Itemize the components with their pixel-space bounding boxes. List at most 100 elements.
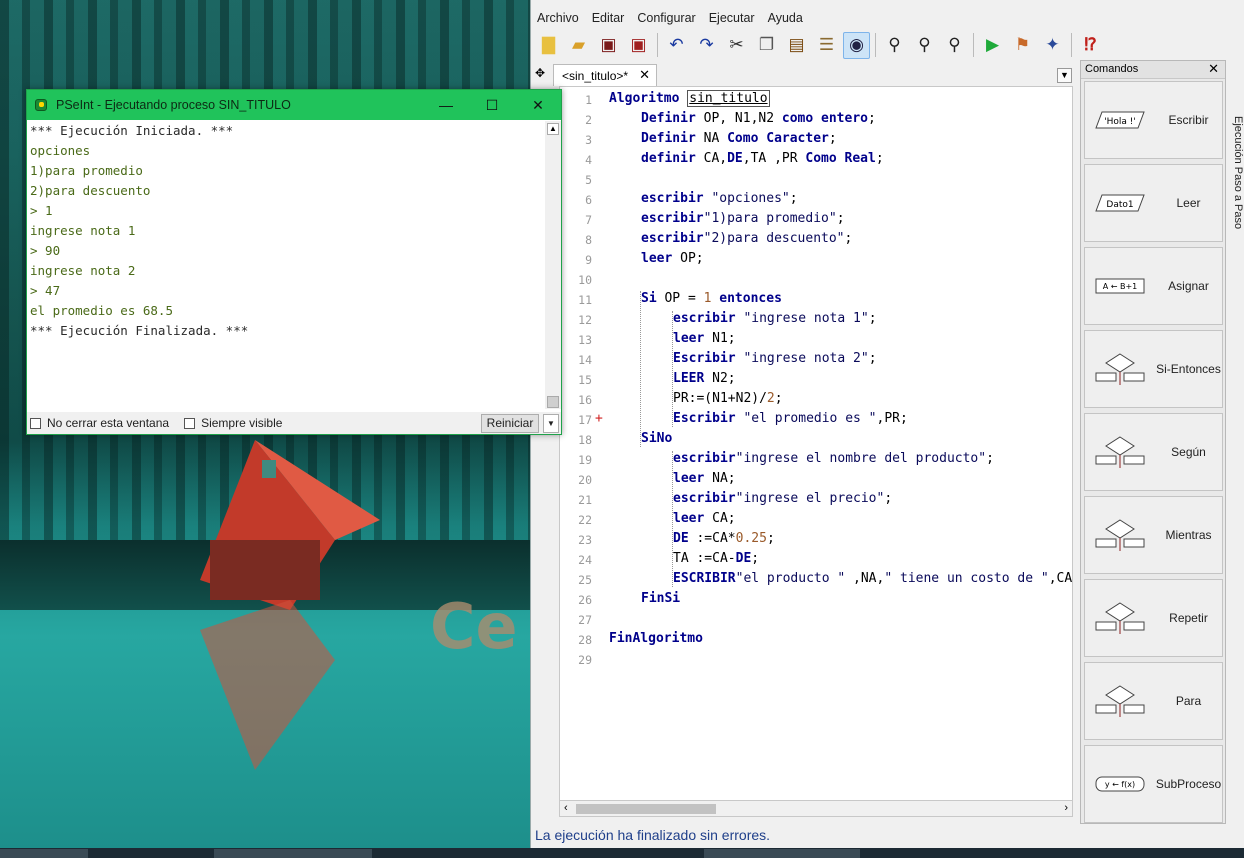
command-mientras[interactable]: Mientras	[1084, 496, 1223, 574]
menu-ejecutar[interactable]: Ejecutar	[703, 8, 762, 30]
scrollbar-thumb[interactable]	[576, 804, 716, 814]
console-line: > 90	[30, 243, 61, 258]
taskbar-item[interactable]	[214, 849, 372, 858]
comandos-close-icon[interactable]: ✕	[1208, 61, 1219, 77]
desktop-watermark-text: Ce	[430, 590, 518, 663]
code-editor[interactable]: 1 Algoritmo sin_titulo 2 Definir OP, N1,N2 …	[559, 86, 1073, 801]
tab-sin-titulo[interactable]: <sin_titulo>* ✕	[553, 64, 657, 86]
leer-icon: Dato1	[1085, 183, 1155, 223]
repetir-icon	[1085, 598, 1155, 638]
line-number: 9	[585, 253, 592, 267]
tab-list-dropdown-icon[interactable]: ▼	[1057, 68, 1072, 83]
line-number: 7	[585, 213, 592, 227]
breakpoint-marker[interactable]: +	[595, 411, 603, 426]
scrollbar-thumb[interactable]	[547, 396, 559, 408]
copy-icon[interactable]: ❐	[753, 32, 780, 59]
replace-icon[interactable]: ⚲	[941, 32, 968, 59]
taskbar-item[interactable]	[0, 849, 88, 858]
line-number: 1	[585, 93, 592, 107]
view-icon[interactable]: ◉	[843, 31, 870, 59]
tab-nav-icon[interactable]: ✥	[535, 66, 545, 80]
command-label: Para	[1175, 694, 1202, 708]
minimize-icon[interactable]: —	[423, 90, 469, 120]
paso-a-paso-side-tab[interactable]: Ejecución Paso a Paso	[1228, 116, 1244, 246]
command-asignar[interactable]: A ← B+1 Asignar	[1084, 247, 1223, 325]
line-number: 12	[578, 313, 592, 327]
taskbar-item[interactable]	[704, 849, 860, 858]
tab-bar: ✥ <sin_titulo>* ✕ ▼	[531, 62, 1076, 86]
find-icon[interactable]: ⚲	[881, 32, 908, 59]
line-number: 23	[578, 533, 592, 547]
paste-icon[interactable]: ▤	[783, 32, 810, 59]
command-repetir[interactable]: Repetir	[1084, 579, 1223, 657]
new-file-icon[interactable]: ▇	[535, 32, 562, 59]
command-subproceso[interactable]: y ← f(x) SubProceso	[1084, 745, 1223, 823]
code-line: Algoritmo sin_titulo	[609, 90, 770, 107]
redo-icon[interactable]: ↷	[693, 32, 720, 59]
save-icon[interactable]: ▣	[595, 32, 622, 59]
console-line: 1)para promedio	[30, 163, 143, 178]
open-folder-icon[interactable]: ▰	[565, 32, 592, 59]
siempre-visible-label: Siempre visible	[201, 416, 283, 430]
command-leer[interactable]: Dato1 Leer	[1084, 164, 1223, 242]
code-line: leer N1;	[673, 331, 736, 346]
run-icon[interactable]: ▶	[979, 32, 1006, 59]
siempre-visible-checkbox[interactable]	[184, 417, 196, 429]
menu-archivo[interactable]: Archivo	[531, 8, 586, 30]
code-line: Definir OP, N1,N2 como entero;	[641, 111, 876, 126]
edit-list-icon[interactable]: ☰	[813, 32, 840, 59]
save-as-icon[interactable]: ▣	[625, 32, 652, 59]
find-next-icon[interactable]: ⚲	[911, 32, 938, 59]
scroll-right-icon[interactable]: ›	[1064, 802, 1068, 814]
close-icon[interactable]: ✕	[515, 90, 561, 120]
code-line: leer CA;	[673, 511, 736, 526]
code-line: DE :=CA*0.25;	[673, 531, 775, 546]
svg-text:'Hola !': 'Hola !'	[1104, 117, 1136, 127]
comandos-header: Comandos ✕	[1081, 61, 1225, 79]
line-number: 6	[585, 193, 592, 207]
scroll-left-icon[interactable]: ‹	[564, 802, 568, 814]
reiniciar-button[interactable]: Reiniciar	[481, 414, 539, 433]
red-house-image	[200, 440, 380, 770]
command-para[interactable]: Para	[1084, 662, 1223, 740]
reiniciar-dropdown-icon[interactable]: ▼	[543, 414, 559, 433]
line-number: 14	[578, 353, 592, 367]
code-line: FinAlgoritmo	[609, 631, 703, 646]
console-line: el promedio es 68.5	[30, 303, 173, 318]
console-titlebar[interactable]: PSeInt - Ejecutando proceso SIN_TITULO —…	[27, 90, 561, 120]
svg-text:y ← f(x): y ← f(x)	[1105, 780, 1135, 789]
menu-configurar[interactable]: Configurar	[631, 8, 702, 30]
cut-icon[interactable]: ✂	[723, 32, 750, 59]
editor-horizontal-scrollbar[interactable]: ‹ ›	[559, 800, 1073, 817]
toolbar: ▇ ▰ ▣ ▣ ↶ ↷ ✂ ❐ ▤ ☰ ◉ ⚲ ⚲ ⚲ ▶ ⚑ ✦ ⁉	[535, 30, 1107, 60]
console-output: *** Ejecución Iniciada. *** opciones 1)par…	[27, 120, 545, 400]
command-label: SubProceso	[1155, 777, 1222, 791]
scroll-up-icon[interactable]: ▲	[547, 123, 559, 135]
console-line: opciones	[30, 143, 91, 158]
command-escribir[interactable]: 'Hola !' Escribir	[1084, 81, 1223, 159]
line-number: 15	[578, 373, 592, 387]
line-number: 10	[578, 273, 592, 287]
undo-icon[interactable]: ↶	[663, 32, 690, 59]
no-cerrar-checkbox[interactable]	[30, 417, 41, 429]
maximize-icon[interactable]: ☐	[469, 90, 515, 120]
command-segun[interactable]: Según	[1084, 413, 1223, 491]
svg-text:A ← B+1: A ← B+1	[1103, 282, 1138, 291]
code-line: leer NA;	[673, 471, 736, 486]
debug-icon[interactable]: ✦	[1039, 32, 1066, 59]
code-line: escribir"1)para promedio";	[641, 211, 845, 226]
step-run-icon[interactable]: ⚑	[1009, 32, 1036, 59]
code-line: escribir"ingrese el nombre del producto"…	[673, 451, 994, 466]
console-line: *** Ejecución Iniciada. ***	[30, 123, 234, 138]
console-vertical-scrollbar[interactable]: ▲	[545, 121, 561, 409]
command-label: Si-Entonces	[1156, 362, 1221, 376]
console-window: PSeInt - Ejecutando proceso SIN_TITULO —…	[26, 89, 562, 435]
menu-ayuda[interactable]: Ayuda	[762, 8, 810, 30]
code-line: leer OP;	[641, 251, 704, 266]
code-line: escribir"2)para descuento";	[641, 231, 853, 246]
menu-editar[interactable]: Editar	[586, 8, 632, 30]
help-icon[interactable]: ⁉	[1077, 32, 1104, 59]
command-si-entonces[interactable]: Si-Entonces	[1084, 330, 1223, 408]
tab-close-icon[interactable]: ✕	[639, 67, 650, 83]
line-number: 2	[585, 113, 592, 127]
